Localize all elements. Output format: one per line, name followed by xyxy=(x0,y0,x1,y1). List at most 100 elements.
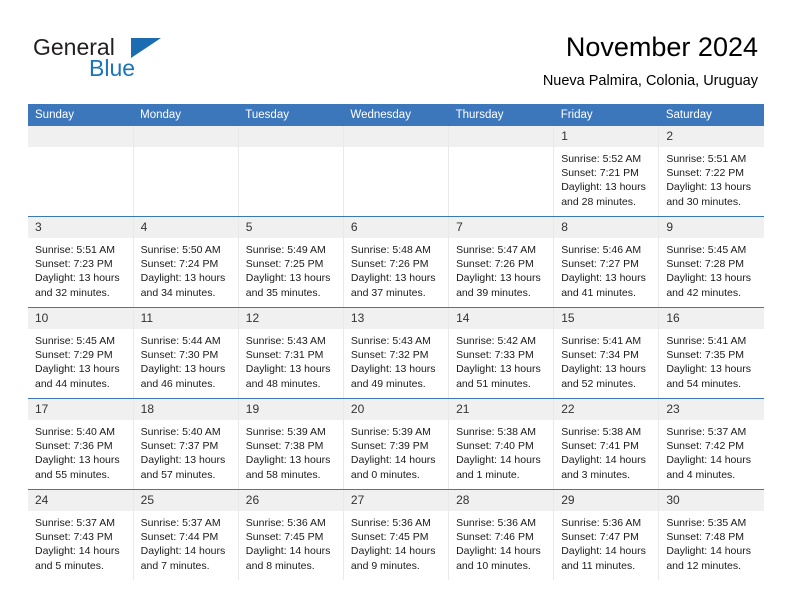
calendar-day-cell[interactable]: 12 Sunrise: 5:43 AM Sunset: 7:31 PM Dayligh… xyxy=(238,307,344,399)
calendar-day-cell[interactable]: 30 Sunrise: 5:35 AM Sunset: 7:48 PM Dayligh… xyxy=(658,489,764,580)
calendar-day-cell[interactable]: 10 Sunrise: 5:45 AM Sunset: 7:29 PM Dayligh… xyxy=(28,307,134,399)
calendar-day-cell[interactable]: 28 Sunrise: 5:36 AM Sunset: 7:46 PM Dayligh… xyxy=(448,489,555,580)
sunrise-text: Sunrise: 5:40 AM xyxy=(140,426,221,438)
calendar-day-cell[interactable]: 27 Sunrise: 5:36 AM Sunset: 7:45 PM Dayligh… xyxy=(343,489,450,580)
day-number: 12 xyxy=(238,308,343,329)
sunset-text: Sunset: 7:42 PM xyxy=(666,440,744,453)
daylight-text-line2: and 11 minutes. xyxy=(561,559,636,572)
sunrise-text: Sunrise: 5:37 AM xyxy=(140,517,221,529)
sunset-text: Sunset: 7:41 PM xyxy=(561,440,639,453)
calendar-day-cell[interactable]: 15 Sunrise: 5:41 AM Sunset: 7:34 PM Dayligh… xyxy=(553,307,660,399)
calendar-day-cell[interactable]: 9 Sunrise: 5:45 AM Sunset: 7:28 PM Daylight… xyxy=(658,216,764,308)
day-number: 18 xyxy=(133,399,238,420)
calendar-day-cell[interactable]: 21 Sunrise: 5:38 AM Sunset: 7:40 PM Dayligh… xyxy=(448,398,555,490)
calendar-day-cell[interactable]: 11 Sunrise: 5:44 AM Sunset: 7:30 PM Dayligh… xyxy=(133,307,239,399)
calendar-week-row: 1 Sunrise: 5:52 AM Sunset: 7:21 PM Daylight… xyxy=(28,126,764,217)
calendar-day-cell[interactable]: 8 Sunrise: 5:46 AM Sunset: 7:27 PM Daylight… xyxy=(553,216,660,308)
sunrise-text: Sunrise: 5:35 AM xyxy=(666,517,747,529)
sunrise-text: Sunrise: 5:36 AM xyxy=(350,517,431,529)
sunset-text: Sunset: 7:48 PM xyxy=(666,531,744,544)
day-details: Sunrise: 5:36 AM Sunset: 7:45 PM Daylight:… xyxy=(239,511,343,573)
daylight-text-line1: Daylight: 14 hours xyxy=(140,545,226,558)
daylight-text-line2: and 7 minutes. xyxy=(140,559,210,572)
daylight-text-line1: Daylight: 13 hours xyxy=(561,181,646,194)
day-details: Sunrise: 5:49 AM Sunset: 7:25 PM Daylight:… xyxy=(239,238,343,300)
daylight-text-line2: and 44 minutes. xyxy=(35,377,110,390)
daylight-text-line1: Daylight: 13 hours xyxy=(140,272,226,285)
brand-logo[interactable]: General Blue xyxy=(33,34,233,84)
day-details: Sunrise: 5:40 AM Sunset: 7:37 PM Daylight:… xyxy=(134,420,238,482)
sunset-text: Sunset: 7:23 PM xyxy=(35,258,113,271)
sunrise-text: Sunrise: 5:43 AM xyxy=(245,335,326,347)
day-number: 24 xyxy=(28,490,133,511)
calendar-day-cell[interactable]: 14 Sunrise: 5:42 AM Sunset: 7:33 PM Dayligh… xyxy=(448,307,555,399)
calendar-day-cell[interactable]: 25 Sunrise: 5:37 AM Sunset: 7:44 PM Dayligh… xyxy=(133,489,239,580)
day-number: 9 xyxy=(659,217,764,238)
calendar-cell-empty xyxy=(448,126,555,217)
sunrise-text: Sunrise: 5:45 AM xyxy=(35,335,115,347)
daylight-text-line2: and 48 minutes. xyxy=(245,377,321,390)
daylight-text-line1: Daylight: 13 hours xyxy=(666,272,751,285)
daylight-text-line1: Daylight: 13 hours xyxy=(561,363,646,376)
calendar-day-cell[interactable]: 19 Sunrise: 5:39 AM Sunset: 7:38 PM Dayligh… xyxy=(238,398,344,490)
sunset-text: Sunset: 7:26 PM xyxy=(350,258,429,271)
sunset-text: Sunset: 7:31 PM xyxy=(245,349,324,362)
sunrise-text: Sunrise: 5:49 AM xyxy=(245,244,326,256)
daylight-text-line2: and 55 minutes. xyxy=(35,468,110,481)
day-details: Sunrise: 5:41 AM Sunset: 7:34 PM Daylight:… xyxy=(554,329,658,391)
calendar-day-cell[interactable]: 26 Sunrise: 5:36 AM Sunset: 7:45 PM Dayligh… xyxy=(238,489,344,580)
daylight-text-line1: Daylight: 14 hours xyxy=(666,454,751,467)
calendar-day-cell[interactable]: 3 Sunrise: 5:51 AM Sunset: 7:23 PM Daylight… xyxy=(28,216,134,308)
sunrise-text: Sunrise: 5:50 AM xyxy=(140,244,221,256)
calendar-day-cell[interactable]: 22 Sunrise: 5:38 AM Sunset: 7:41 PM Dayligh… xyxy=(553,398,660,490)
sunset-text: Sunset: 7:35 PM xyxy=(666,349,744,362)
day-details: Sunrise: 5:36 AM Sunset: 7:46 PM Daylight:… xyxy=(449,511,553,573)
calendar-day-cell[interactable]: 17 Sunrise: 5:40 AM Sunset: 7:36 PM Dayligh… xyxy=(28,398,134,490)
daylight-text-line2: and 51 minutes. xyxy=(456,377,531,390)
day-number: 29 xyxy=(554,490,659,511)
day-number: 14 xyxy=(449,308,554,329)
calendar-day-cell[interactable]: 29 Sunrise: 5:36 AM Sunset: 7:47 PM Dayligh… xyxy=(553,489,660,580)
calendar-day-cell[interactable]: 18 Sunrise: 5:40 AM Sunset: 7:37 PM Dayligh… xyxy=(133,398,239,490)
sunset-text: Sunset: 7:33 PM xyxy=(456,349,534,362)
day-details: Sunrise: 5:35 AM Sunset: 7:48 PM Daylight:… xyxy=(659,511,764,573)
calendar-day-cell[interactable]: 7 Sunrise: 5:47 AM Sunset: 7:26 PM Daylight… xyxy=(448,216,555,308)
calendar-week-row: 17 Sunrise: 5:40 AM Sunset: 7:36 PM Dayligh… xyxy=(28,398,764,490)
calendar-day-cell[interactable]: 20 Sunrise: 5:39 AM Sunset: 7:39 PM Dayligh… xyxy=(343,398,450,490)
sunset-text: Sunset: 7:44 PM xyxy=(140,531,219,544)
sunrise-text: Sunrise: 5:51 AM xyxy=(666,153,747,165)
day-number: 6 xyxy=(343,217,449,238)
calendar-cell-empty xyxy=(343,126,450,217)
daylight-text-line2: and 49 minutes. xyxy=(350,377,426,390)
daylight-text-line1: Daylight: 14 hours xyxy=(456,454,541,467)
calendar-day-cell[interactable]: 23 Sunrise: 5:37 AM Sunset: 7:42 PM Dayligh… xyxy=(658,398,764,490)
daylight-text-line2: and 37 minutes. xyxy=(350,286,426,299)
calendar-body: 1 Sunrise: 5:52 AM Sunset: 7:21 PM Daylight… xyxy=(28,126,764,580)
day-number: 10 xyxy=(28,308,133,329)
day-details: Sunrise: 5:52 AM Sunset: 7:21 PM Daylight:… xyxy=(554,147,658,209)
calendar-day-cell[interactable]: 1 Sunrise: 5:52 AM Sunset: 7:21 PM Daylight… xyxy=(553,126,660,217)
calendar-day-cell[interactable]: 16 Sunrise: 5:41 AM Sunset: 7:35 PM Dayligh… xyxy=(658,307,764,399)
page-title: November 2024 xyxy=(565,32,758,62)
day-details: Sunrise: 5:38 AM Sunset: 7:40 PM Daylight:… xyxy=(449,420,553,482)
calendar-day-cell[interactable]: 24 Sunrise: 5:37 AM Sunset: 7:43 PM Dayligh… xyxy=(28,489,134,580)
calendar-day-cell[interactable]: 5 Sunrise: 5:49 AM Sunset: 7:25 PM Daylight… xyxy=(238,216,344,308)
sunrise-text: Sunrise: 5:36 AM xyxy=(245,517,326,529)
calendar-day-cell[interactable]: 4 Sunrise: 5:50 AM Sunset: 7:24 PM Daylight… xyxy=(133,216,239,308)
daylight-text-line1: Daylight: 13 hours xyxy=(35,272,120,285)
calendar-day-cell[interactable]: 6 Sunrise: 5:48 AM Sunset: 7:26 PM Daylight… xyxy=(343,216,450,308)
daylight-text-line2: and 32 minutes. xyxy=(35,286,110,299)
day-number xyxy=(28,126,133,147)
sunrise-text: Sunrise: 5:39 AM xyxy=(245,426,326,438)
day-number: 15 xyxy=(554,308,659,329)
day-details: Sunrise: 5:44 AM Sunset: 7:30 PM Daylight:… xyxy=(134,329,238,391)
sunset-text: Sunset: 7:21 PM xyxy=(561,167,639,180)
day-details: Sunrise: 5:45 AM Sunset: 7:28 PM Daylight:… xyxy=(659,238,764,300)
day-number: 4 xyxy=(133,217,238,238)
calendar-day-cell[interactable]: 2 Sunrise: 5:51 AM Sunset: 7:22 PM Daylight… xyxy=(658,126,764,217)
day-number: 17 xyxy=(28,399,133,420)
sunset-text: Sunset: 7:39 PM xyxy=(350,440,429,453)
day-details: Sunrise: 5:37 AM Sunset: 7:43 PM Daylight:… xyxy=(28,511,133,573)
calendar-day-cell[interactable]: 13 Sunrise: 5:43 AM Sunset: 7:32 PM Dayligh… xyxy=(343,307,450,399)
daylight-text-line1: Daylight: 14 hours xyxy=(245,545,331,558)
